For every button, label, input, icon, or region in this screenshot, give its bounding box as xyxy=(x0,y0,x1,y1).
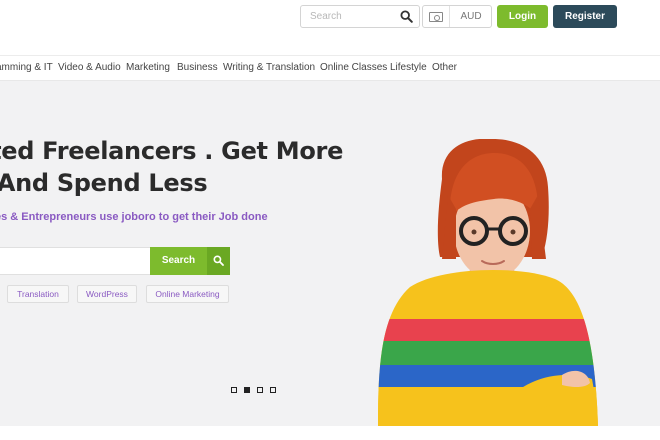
currency-selector[interactable]: AUD xyxy=(422,5,492,28)
popular-tag-wordpress[interactable]: WordPress xyxy=(77,285,137,303)
slider-dot-2[interactable] xyxy=(244,387,250,393)
top-header: AUD Login Register xyxy=(0,0,660,56)
slider-dot-4[interactable] xyxy=(270,387,276,393)
hero-subheadline: usinesses & Entrepreneurs use joboro to … xyxy=(0,211,268,223)
header-search-input[interactable] xyxy=(301,6,397,27)
freelancer-photo xyxy=(378,139,598,426)
category-marketing[interactable]: Marketing xyxy=(126,62,170,73)
currency-code: AUD xyxy=(460,11,482,22)
hero-search-button[interactable]: Search xyxy=(150,247,207,275)
page: AUD Login Register amming & IT Video & A… xyxy=(0,0,660,440)
hero-headline-line1: Rated Freelancers . Get More xyxy=(0,137,344,165)
header-search-box[interactable] xyxy=(300,5,420,28)
popular-tag-translation[interactable]: Translation xyxy=(7,285,69,303)
login-button[interactable]: Login xyxy=(497,5,548,28)
hero-search-input[interactable] xyxy=(0,248,150,274)
popular-tag-online-marketing[interactable]: Online Marketing xyxy=(146,285,229,303)
category-business[interactable]: Business xyxy=(177,62,218,73)
category-programming-it[interactable]: amming & IT xyxy=(0,62,53,73)
slider-dot-1[interactable] xyxy=(231,387,237,393)
slider-dot-3[interactable] xyxy=(257,387,263,393)
hero-headline-line2: ne And Spend Less xyxy=(0,169,208,197)
hero-banner: Rated Freelancers . Get More ne And Spen… xyxy=(0,81,660,426)
category-lifestyle[interactable]: Lifestyle xyxy=(390,62,427,73)
content-divider xyxy=(0,426,660,440)
search-icon xyxy=(213,255,224,266)
category-online-classes[interactable]: Online Classes xyxy=(320,62,387,73)
search-icon[interactable] xyxy=(400,10,413,23)
hero-search-icon-button[interactable] xyxy=(207,247,230,275)
register-button[interactable]: Register xyxy=(553,5,617,28)
category-nav: amming & IT Video & Audio Marketing Busi… xyxy=(0,56,660,81)
category-video-audio[interactable]: Video & Audio xyxy=(58,62,121,73)
hero-search-field[interactable] xyxy=(0,247,150,275)
category-other[interactable]: Other xyxy=(432,62,457,73)
money-icon xyxy=(429,12,443,22)
category-writing-translation[interactable]: Writing & Translation xyxy=(223,62,315,73)
